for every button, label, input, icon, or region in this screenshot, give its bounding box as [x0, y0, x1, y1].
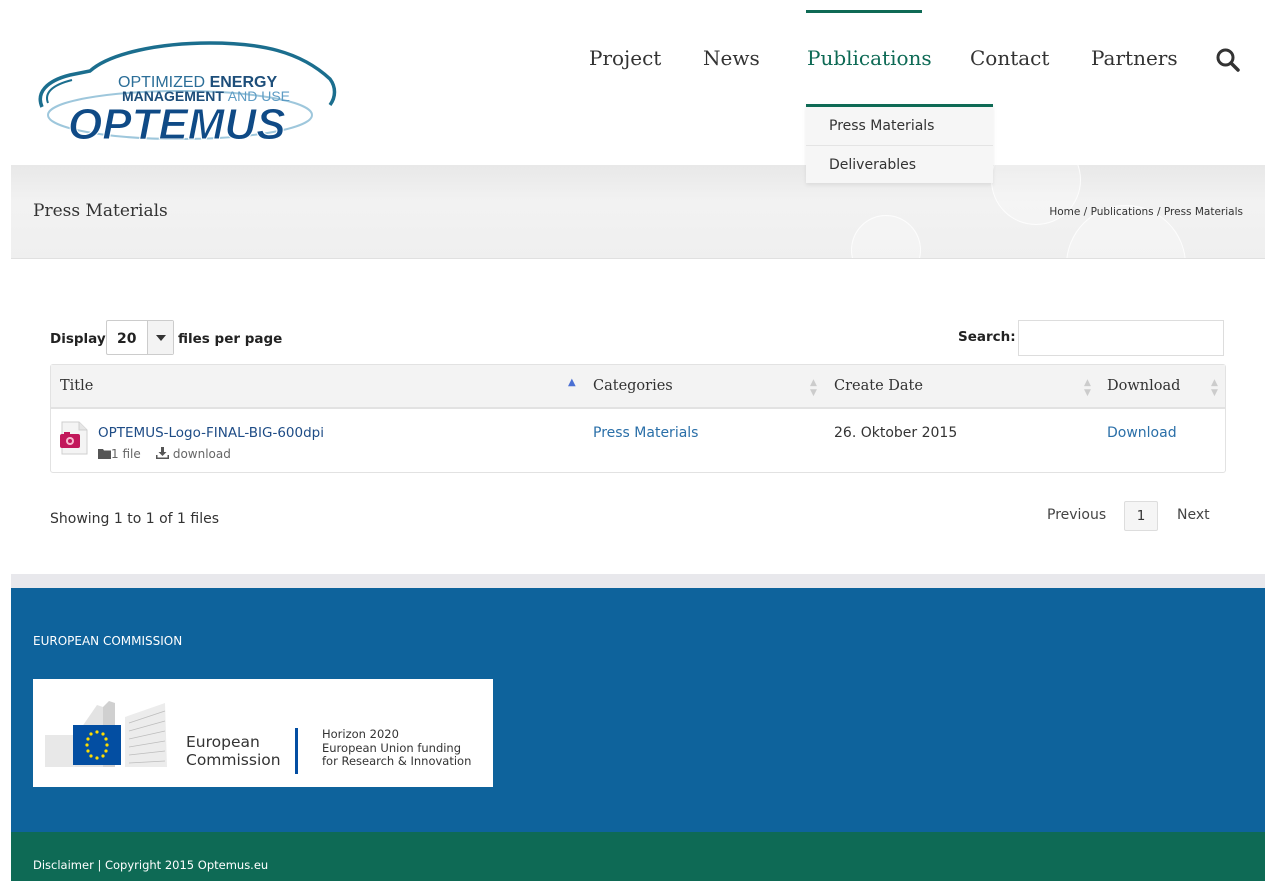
- ec-name-line1: European: [186, 733, 260, 751]
- copyright-text[interactable]: Disclaimer | Copyright 2015 Optemus.eu: [33, 858, 268, 872]
- table-controls: Display 20 files per page Search:: [50, 320, 1225, 360]
- image-file-icon: [60, 421, 88, 455]
- pagination-previous[interactable]: Previous: [1047, 507, 1106, 523]
- page-title: Press Materials: [33, 201, 168, 221]
- sort-icon[interactable]: ▲ ▼: [810, 378, 817, 398]
- dropdown-item-deliverables[interactable]: Deliverables: [806, 145, 993, 183]
- ec-name-line2: Commission: [186, 751, 281, 769]
- table-info: Showing 1 to 1 of 1 files: [50, 511, 220, 527]
- file-meta: 1 file download: [98, 447, 231, 461]
- publications-dropdown: Press Materials Deliverables: [806, 104, 993, 183]
- breadcrumb-separator: /: [1083, 206, 1088, 218]
- table-row: OPTEMUS-Logo-FINAL-BIG-600dpi 1 file dow…: [51, 411, 1225, 473]
- files-table: Title ▲ Categories ▲ ▼ Create Date ▲ ▼ Dow…: [50, 364, 1226, 473]
- ec-banner: European Commission Horizon 2020 Europea…: [33, 679, 493, 787]
- search-label: Search:: [958, 329, 1016, 345]
- footer-separator: [11, 574, 1265, 588]
- nav-contact[interactable]: Contact: [970, 46, 1049, 70]
- nav-partners[interactable]: Partners: [1091, 46, 1178, 70]
- h2020-line1: Horizon 2020: [322, 727, 399, 741]
- ec-building-logo: [45, 701, 167, 767]
- display-label: Display: [50, 331, 106, 347]
- h2020-text: Horizon 2020 European Union funding for …: [322, 727, 472, 769]
- table-header: Title ▲ Categories ▲ ▼ Create Date ▲ ▼ Dow…: [51, 365, 1225, 409]
- download-link[interactable]: Download: [1107, 425, 1177, 441]
- nav-publications[interactable]: Publications: [807, 46, 932, 70]
- download-icon[interactable]: [156, 447, 169, 459]
- per-page-select[interactable]: 20: [106, 320, 174, 355]
- column-header-title[interactable]: Title: [60, 378, 93, 394]
- chevron-down-icon[interactable]: [147, 321, 173, 354]
- ec-divider: [295, 728, 298, 774]
- pagination-page-1[interactable]: 1: [1124, 501, 1158, 531]
- file-count: 1 file: [111, 447, 141, 461]
- create-date: 26. Oktober 2015: [834, 425, 958, 441]
- breadcrumb-separator: /: [1157, 206, 1161, 218]
- h2020-line3: for Research & Innovation: [322, 754, 472, 768]
- search-input[interactable]: [1018, 320, 1224, 356]
- search-icon[interactable]: [1214, 46, 1242, 74]
- logo-brand: OPTEMUS: [68, 100, 286, 145]
- decorative-bubble: [851, 215, 921, 258]
- breadcrumb-publications[interactable]: Publications: [1091, 206, 1154, 218]
- folder-icon: [98, 449, 111, 459]
- sort-icon[interactable]: ▲ ▼: [1211, 378, 1218, 398]
- dropdown-item-press-materials[interactable]: Press Materials: [806, 107, 993, 145]
- column-header-categories[interactable]: Categories: [593, 378, 673, 394]
- breadcrumb-current: Press Materials: [1163, 206, 1243, 218]
- ec-name: European Commission: [186, 733, 281, 769]
- sort-asc-icon[interactable]: ▲: [568, 378, 576, 388]
- sort-icon[interactable]: ▲ ▼: [1084, 378, 1091, 398]
- column-header-download[interactable]: Download: [1107, 378, 1180, 394]
- files-per-page-label: files per page: [178, 331, 283, 347]
- breadcrumb-home[interactable]: Home: [1049, 206, 1080, 218]
- nav-active-indicator: [806, 10, 922, 13]
- nav-news[interactable]: News: [703, 46, 760, 70]
- file-download-meta-link[interactable]: download: [173, 447, 231, 461]
- file-title-link[interactable]: OPTEMUS-Logo-FINAL-BIG-600dpi: [98, 425, 324, 441]
- copyright-bar: Disclaimer | Copyright 2015 Optemus.eu: [11, 832, 1265, 881]
- nav-project[interactable]: Project: [589, 46, 661, 70]
- breadcrumb: Home / Publications / Press Materials: [1049, 206, 1243, 218]
- page-title-bar: Press Materials Home / Publications / Pr…: [11, 165, 1265, 259]
- footer: EUROPEAN COMMISSION European Commission: [11, 588, 1265, 832]
- h2020-line2: European Union funding: [322, 740, 462, 755]
- per-page-value: 20: [117, 331, 137, 347]
- optemus-logo[interactable]: OPTIMIZED ENERGY MANAGEMENT AND USE OPTE…: [30, 35, 340, 145]
- category-link[interactable]: Press Materials: [593, 425, 698, 441]
- footer-heading: EUROPEAN COMMISSION: [33, 634, 183, 648]
- column-header-create-date[interactable]: Create Date: [834, 378, 923, 394]
- site-header: OPTIMIZED ENERGY MANAGEMENT AND USE OPTE…: [0, 0, 1265, 165]
- pagination-next[interactable]: Next: [1177, 507, 1210, 523]
